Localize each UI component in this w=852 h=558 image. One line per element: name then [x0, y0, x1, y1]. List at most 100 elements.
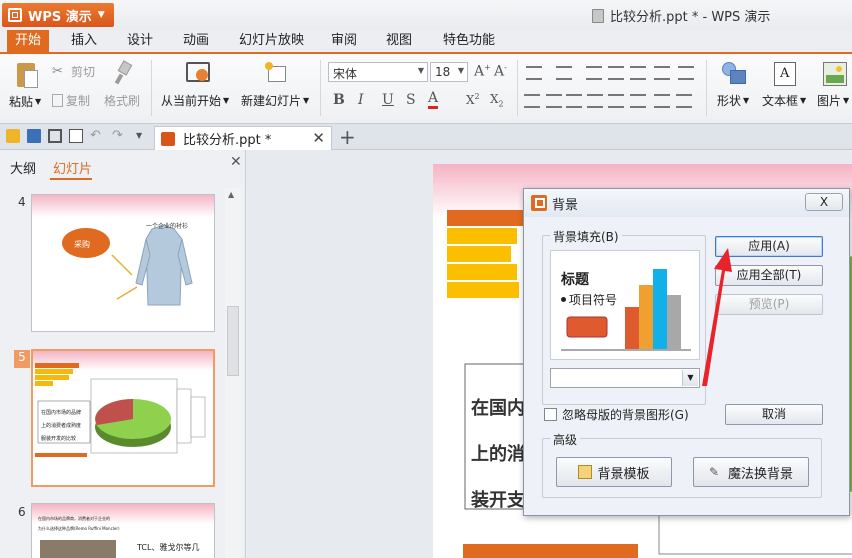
line-spacing-icon[interactable]	[630, 66, 646, 80]
slide-thumbnail-4[interactable]: 一个企业的衬衫 采购	[31, 194, 215, 332]
cut-button[interactable]: ✂ 剪切	[52, 63, 95, 80]
font-name-value: 宋体	[333, 67, 358, 81]
picture-button[interactable]: 图片 ▼	[817, 92, 849, 109]
shape-button[interactable]: 形状 ▼	[717, 92, 749, 109]
fill-type-dropdown[interactable]: ▼	[550, 368, 700, 388]
copy-button[interactable]: 复制	[52, 92, 90, 109]
thumb-4-title: 一个企业的衬衫	[146, 223, 189, 230]
save-icon[interactable]	[27, 129, 41, 143]
shrink-font-icon[interactable]: A-	[494, 63, 507, 80]
line-spacing-options-icon[interactable]	[676, 94, 692, 108]
document-tab-title: 比较分析.ppt *	[183, 133, 272, 148]
new-slide-button[interactable]: 新建幻灯片 ▼	[241, 92, 309, 109]
italic-icon[interactable]: I	[358, 92, 364, 108]
vertical-align-icon[interactable]	[654, 94, 670, 108]
bold-icon[interactable]: B	[333, 92, 345, 108]
open-folder-icon[interactable]	[6, 129, 20, 143]
increase-indent-icon[interactable]	[608, 66, 624, 80]
font-size-value: 18	[435, 65, 451, 79]
scrollbar-thumb[interactable]	[227, 306, 239, 376]
thumb-5-text-1: 在国内市场的品牌	[41, 410, 82, 416]
slide-thumbnail-6[interactable]: 在国内市场的品牌商，消费者对于企业的 为什么选择这种品牌(Remo Ruffin…	[31, 503, 215, 558]
new-slide-icon	[265, 62, 287, 84]
paragraph-spacing-icon[interactable]	[630, 94, 646, 108]
close-icon[interactable]: ✕	[230, 154, 242, 170]
apply-all-button[interactable]: 应用全部(T)	[715, 265, 823, 286]
tab-special-features[interactable]: 特色功能	[435, 30, 503, 52]
cut-label: 剪切	[71, 65, 96, 79]
magic-background-button[interactable]: ✎ 魔法换背景	[693, 457, 809, 487]
chevron-down-icon: ▼	[457, 66, 464, 75]
thumb-4-oval-text: 采购	[74, 240, 90, 249]
chevron-down-icon[interactable]: ▼	[682, 370, 698, 386]
redo-icon[interactable]: ↷	[112, 129, 126, 143]
print-icon[interactable]	[48, 129, 62, 143]
scroll-up-icon[interactable]: ▲	[228, 190, 234, 199]
text-shadow-icon[interactable]: S	[406, 92, 416, 108]
tab-insert[interactable]: 插入	[63, 30, 105, 52]
close-icon[interactable]: ✕	[312, 129, 325, 147]
grow-font-icon[interactable]: A+	[474, 63, 491, 80]
chevron-down-icon: ▼	[417, 66, 424, 75]
font-color-icon[interactable]: A	[428, 90, 439, 109]
cancel-button[interactable]: 取消	[725, 404, 823, 425]
shape-icon	[722, 62, 748, 86]
tab-review[interactable]: 审阅	[323, 30, 365, 52]
align-center-icon[interactable]	[546, 94, 562, 108]
tab-animation[interactable]: 动画	[175, 30, 217, 52]
justify-icon[interactable]	[587, 94, 603, 108]
align-left-icon[interactable]	[524, 94, 540, 108]
ignore-master-checkbox[interactable]	[544, 408, 557, 421]
thumb-6-photo	[40, 540, 116, 558]
menu-bar: 开始 插入 设计 动画 幻灯片放映 审阅 视图 特色功能	[0, 30, 852, 54]
undo-icon[interactable]: ↶	[90, 129, 104, 143]
thumb-5-text-2: 上的消费者成熟度	[41, 423, 82, 429]
app-menu-button[interactable]: WPS 演示 ▼	[2, 3, 114, 27]
panel-scrollbar[interactable]: ▲	[225, 188, 241, 558]
paste-button[interactable]: 粘贴 ▼	[9, 93, 41, 110]
customize-toolbar-icon[interactable]: ▼	[136, 129, 150, 143]
tab-slides[interactable]: 幻灯片	[53, 158, 92, 177]
superscript-icon[interactable]: X2	[466, 92, 480, 107]
distribute-icon[interactable]	[608, 94, 624, 108]
slide-text-line-2: 上的消	[471, 444, 525, 465]
tab-view[interactable]: 视图	[378, 30, 420, 52]
thumb-6-line-2: 为什么选择这种品牌(Remo Ruffini Moncler)	[38, 526, 120, 531]
font-name-select[interactable]: 宋体 ▼	[328, 62, 428, 82]
bullet-list-icon[interactable]	[526, 66, 542, 80]
underline-icon[interactable]: U	[382, 92, 394, 108]
ppt-file-icon	[161, 131, 175, 146]
slide-number: 6	[18, 505, 26, 519]
copy-label: 复制	[66, 94, 91, 108]
apply-button[interactable]: 应用(A)	[715, 236, 823, 257]
subscript-icon[interactable]: X2	[490, 92, 504, 108]
font-size-select[interactable]: 18 ▼	[430, 62, 468, 82]
numbered-list-icon[interactable]	[556, 66, 572, 80]
advanced-group-label: 高级	[550, 431, 581, 448]
columns-icon[interactable]	[654, 66, 670, 80]
chevron-down-icon: ▼	[97, 10, 105, 20]
background-template-button[interactable]: 背景模板	[556, 457, 672, 487]
picture-label: 图片	[817, 94, 842, 108]
print-preview-icon[interactable]	[69, 129, 83, 143]
dialog-title-bar[interactable]: 背景 X	[524, 189, 849, 217]
dialog-title: 背景	[552, 197, 579, 213]
document-tab[interactable]: 比较分析.ppt * ✕	[154, 126, 332, 150]
slide-thumbnail-5[interactable]: 在国内市场的品牌 上的消费者成熟度 服装开发的比较	[31, 349, 215, 487]
dialog-close-button[interactable]: X	[805, 193, 843, 211]
tab-design[interactable]: 设计	[119, 30, 161, 52]
from-current-button[interactable]: 从当前开始 ▼	[161, 92, 229, 109]
tab-slideshow[interactable]: 幻灯片放映	[231, 30, 312, 52]
background-dialog: 背景 X 背景填充(B) 标题 项目符号 ▼ 应用(A) 应用全部(T) 预览(…	[523, 188, 850, 516]
tab-home[interactable]: 开始	[7, 30, 50, 52]
new-tab-icon[interactable]: +	[339, 125, 356, 149]
textbox-button[interactable]: 文本框 ▼	[762, 92, 806, 109]
align-right-icon[interactable]	[566, 94, 582, 108]
slide-4-graphic	[32, 195, 214, 306]
preview-button[interactable]: 预览(P)	[715, 294, 823, 315]
format-painter-button[interactable]: 格式刷	[104, 92, 140, 109]
text-direction-icon[interactable]	[678, 66, 694, 80]
active-tab-indicator	[50, 178, 92, 180]
tab-outline[interactable]: 大纲	[10, 158, 36, 177]
decrease-indent-icon[interactable]	[586, 66, 602, 80]
